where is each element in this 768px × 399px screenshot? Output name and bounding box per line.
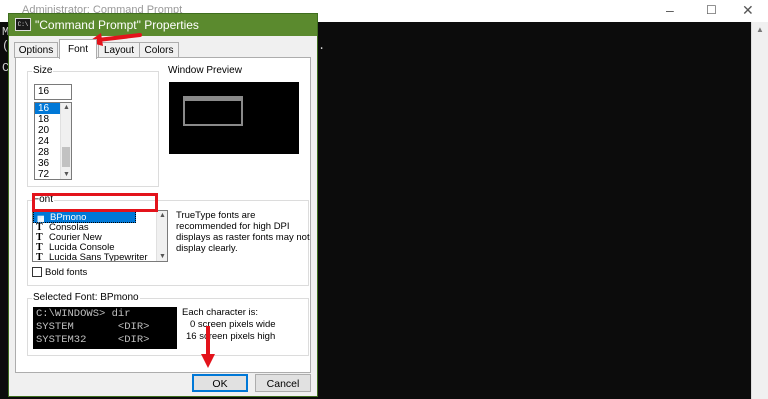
size-option[interactable]: 24 bbox=[35, 136, 60, 147]
size-list[interactable]: 16 18 20 24 28 36 72 ▲ ▼ bbox=[34, 102, 72, 180]
size-option[interactable]: 28 bbox=[35, 147, 60, 158]
size-scrollbar[interactable]: ▲ ▼ bbox=[60, 103, 71, 179]
tab-options[interactable]: Options bbox=[14, 42, 58, 58]
dialog-title: "Command Prompt" Properties bbox=[35, 18, 199, 32]
font-list[interactable]: ▦ BPmono T Consolas T Courier New T Luci… bbox=[32, 210, 168, 262]
character-info: Each character is: 0 screen pixels wide … bbox=[182, 307, 277, 343]
truetype-note: TrueType fonts are recommended for high … bbox=[176, 210, 310, 254]
size-group: Size 16 16 18 20 24 28 36 72 ▲ ▼ bbox=[27, 65, 159, 187]
window-preview-label: Window Preview bbox=[168, 65, 242, 76]
scroll-up-icon[interactable]: ▲ bbox=[756, 25, 764, 34]
scroll-up-icon[interactable]: ▲ bbox=[63, 104, 70, 111]
bold-fonts-checkbox[interactable] bbox=[32, 267, 42, 277]
size-option[interactable]: 72 bbox=[35, 169, 60, 179]
size-option-selected[interactable]: 16 bbox=[35, 103, 60, 114]
bold-fonts-label[interactable]: Bold fonts bbox=[45, 267, 87, 278]
truetype-icon: T bbox=[36, 252, 43, 262]
cancel-button[interactable]: Cancel bbox=[255, 374, 311, 392]
scroll-down-icon[interactable]: ▼ bbox=[63, 171, 70, 178]
char-info-title: Each character is: bbox=[182, 307, 259, 318]
size-label: Size bbox=[32, 65, 54, 76]
char-height-text: 16 screen pixels high bbox=[186, 331, 276, 342]
scroll-thumb[interactable] bbox=[62, 147, 70, 167]
tab-strip: Options Font Layout Colors bbox=[9, 36, 317, 59]
tab-font[interactable]: Font bbox=[59, 39, 97, 59]
scroll-up-icon[interactable]: ▲ bbox=[159, 212, 166, 219]
console-line-tail: . bbox=[318, 39, 326, 53]
preview-window-outline bbox=[183, 96, 243, 126]
font-sample: C:\WINDOWS> dir SYSTEM <DIR> SYSTEM32 <DIR… bbox=[33, 307, 177, 349]
properties-dialog: C:\ "Command Prompt" Properties Options … bbox=[8, 13, 318, 397]
size-option[interactable]: 18 bbox=[35, 114, 60, 125]
size-option[interactable]: 20 bbox=[35, 125, 60, 136]
scroll-down-icon[interactable]: ▼ bbox=[159, 253, 166, 260]
minimize-icon[interactable]: – bbox=[666, 2, 674, 18]
selected-font-group: Selected Font: BPmono C:\WINDOWS> dir SYS… bbox=[27, 292, 309, 356]
ok-button[interactable]: OK bbox=[192, 374, 248, 392]
size-option[interactable]: 36 bbox=[35, 158, 60, 169]
font-scrollbar[interactable]: ▲ ▼ bbox=[156, 211, 167, 261]
font-group: Font ▦ BPmono T Consolas T Courier New T… bbox=[27, 194, 310, 286]
font-tab-panel: Size 16 16 18 20 24 28 36 72 ▲ ▼ Window … bbox=[15, 57, 311, 373]
close-icon[interactable]: ✕ bbox=[742, 2, 754, 19]
maximize-icon[interactable]: ☐ bbox=[706, 3, 717, 17]
tab-colors[interactable]: Colors bbox=[139, 42, 179, 58]
dialog-titlebar[interactable]: C:\ "Command Prompt" Properties bbox=[9, 14, 317, 36]
cmd-icon: C:\ bbox=[15, 18, 31, 31]
size-input[interactable]: 16 bbox=[34, 84, 72, 100]
console-scrollbar[interactable]: ▲ bbox=[751, 22, 768, 399]
font-label: Font bbox=[32, 194, 55, 205]
window-preview bbox=[169, 82, 299, 154]
selected-font-label: Selected Font: BPmono bbox=[32, 292, 140, 303]
font-option[interactable]: T Lucida Sans Typewriter bbox=[33, 253, 152, 262]
char-width-text: 0 screen pixels wide bbox=[190, 319, 276, 330]
tab-layout[interactable]: Layout bbox=[98, 42, 140, 58]
